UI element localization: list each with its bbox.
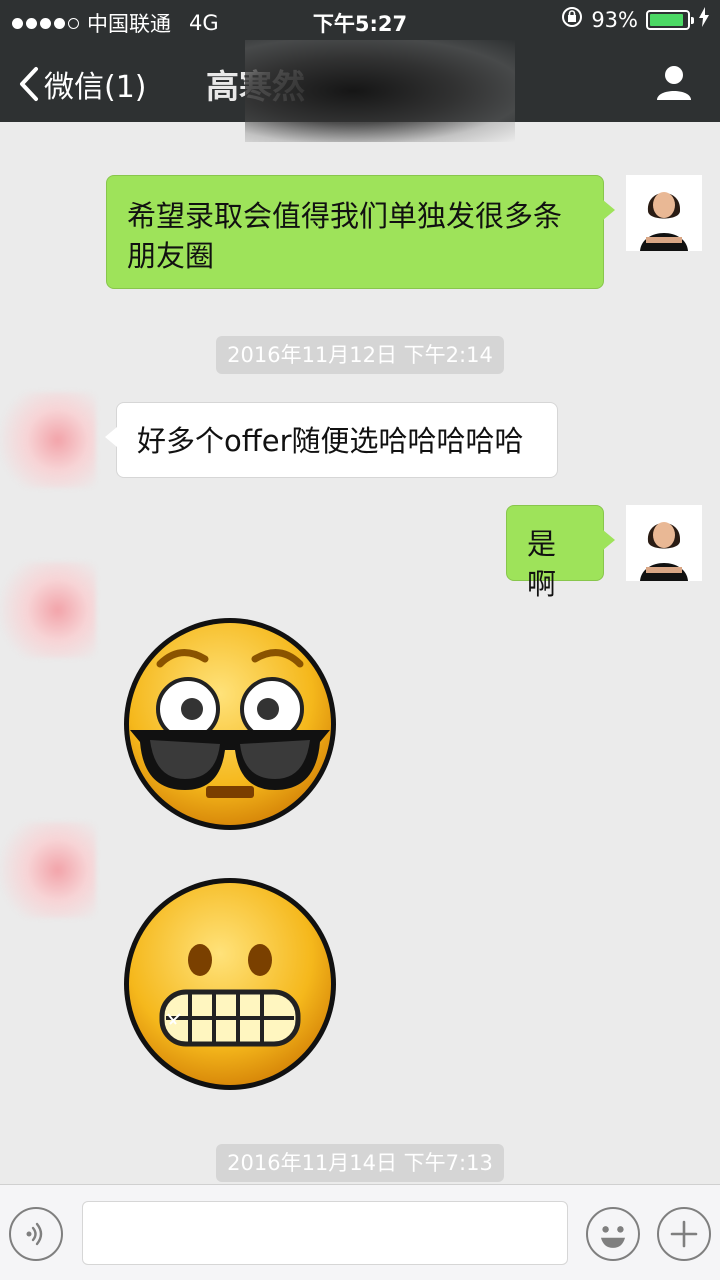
timestamp: 2016年11月12日 下午2:14 bbox=[216, 336, 504, 374]
person-icon bbox=[657, 66, 691, 100]
status-bar: 中国联通 4G 下午5:27 93% bbox=[0, 0, 720, 40]
grimacing-emoji-sticker[interactable] bbox=[120, 874, 340, 1094]
message-text: 希望录取会值得我们单独发很多条朋友圈 bbox=[127, 199, 563, 273]
voice-button[interactable] bbox=[9, 1207, 63, 1261]
more-button[interactable] bbox=[657, 1207, 711, 1261]
input-bar bbox=[0, 1184, 720, 1280]
message-text: 是啊 bbox=[527, 527, 557, 601]
plus-icon bbox=[670, 1220, 698, 1248]
contact-avatar[interactable] bbox=[0, 822, 96, 918]
timestamp: 2016年11月14日 下午7:13 bbox=[216, 1144, 504, 1182]
sunglasses-emoji-sticker[interactable] bbox=[120, 614, 340, 834]
message-bubble-incoming[interactable]: 好多个offer随便选哈哈哈哈哈 bbox=[105, 402, 558, 478]
my-avatar[interactable] bbox=[626, 175, 702, 251]
contact-avatar[interactable] bbox=[0, 392, 96, 488]
profile-button[interactable] bbox=[654, 62, 694, 106]
battery-percent: 93% bbox=[591, 7, 638, 32]
chevron-left-icon bbox=[20, 67, 38, 101]
battery-icon bbox=[646, 9, 694, 30]
message-text: 好多个offer随便选哈哈哈哈哈 bbox=[137, 424, 524, 458]
message-input[interactable] bbox=[82, 1201, 568, 1265]
top-bar: 中国联通 4G 下午5:27 93% 微信(1) 高寒然 bbox=[0, 0, 720, 142]
message-bubble-outgoing[interactable]: 希望录取会值得我们单独发很多条朋友圈 bbox=[106, 175, 615, 289]
contact-avatar[interactable] bbox=[0, 562, 96, 658]
back-button[interactable]: 微信(1) bbox=[18, 62, 147, 106]
back-label: 微信(1) bbox=[44, 70, 147, 105]
message-bubble-outgoing[interactable]: 是啊 bbox=[506, 505, 615, 601]
navigation-bar: 微信(1) 高寒然 bbox=[0, 40, 720, 142]
chat-area[interactable]: 希望录取会值得我们单独发很多条朋友圈 2016年11月12日 下午2:14 好多… bbox=[0, 122, 720, 1184]
voice-icon bbox=[26, 1222, 43, 1246]
emoji-button[interactable] bbox=[586, 1207, 640, 1261]
rotation-lock-icon bbox=[561, 6, 583, 33]
my-avatar[interactable] bbox=[626, 505, 702, 581]
charging-icon bbox=[698, 7, 710, 32]
smiley-icon bbox=[600, 1226, 626, 1248]
